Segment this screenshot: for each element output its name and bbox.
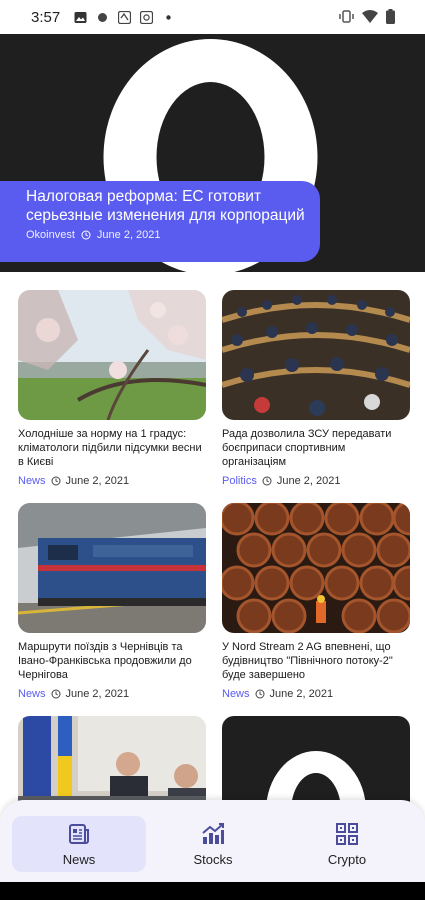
nav-item-news[interactable]: News (12, 816, 146, 872)
nav-label: Crypto (327, 852, 367, 867)
article-date: June 2, 2021 (65, 688, 130, 700)
article-title: Маршрути поїздів з Чернівців та Івано-Фр… (18, 641, 192, 681)
chart-icon (202, 823, 224, 844)
article-image (222, 290, 410, 420)
system-navigation-bar (0, 882, 425, 900)
small-dot-icon (166, 14, 171, 20)
article-card[interactable]: У Nord Stream 2 AG впевнені, що будівниц… (222, 503, 410, 700)
article-date: June 2, 2021 (65, 475, 130, 487)
hero-source: Okoinvest (26, 229, 75, 241)
article-card[interactable]: Холодніше за норму на 1 градус: кліматол… (18, 290, 206, 487)
article-category: Politics (222, 475, 257, 487)
article-meta: News June 2, 2021 (18, 688, 206, 700)
nav-label: News (62, 852, 96, 867)
app-icon (118, 10, 132, 24)
clock-icon (81, 230, 91, 240)
vibrate-icon (339, 10, 354, 23)
clock-icon (51, 689, 61, 699)
article-card[interactable]: Рада дозволила ЗСУ передавати боєприпаси… (222, 290, 410, 487)
article-title: Рада дозволила ЗСУ передавати боєприпаси… (222, 428, 392, 468)
article-image (18, 503, 206, 633)
article-image (222, 503, 410, 633)
image-icon (74, 11, 87, 23)
hero-title: Налоговая реформа: ЕС готовит серьезные … (26, 188, 305, 224)
article-title: Холодніше за норму на 1 градус: кліматол… (18, 428, 202, 468)
status-time: 3:57 (31, 8, 61, 26)
crypto-icon (336, 823, 358, 845)
clock-icon (255, 689, 265, 699)
hero-meta: Okoinvest June 2, 2021 (26, 229, 310, 241)
article-date: June 2, 2021 (276, 475, 341, 487)
clock-icon (262, 476, 272, 486)
wifi-icon (362, 9, 378, 23)
article-category: News (18, 688, 46, 700)
hero-caption: Налоговая реформа: ЕС готовит серьезные … (0, 181, 320, 262)
battery-icon (386, 9, 395, 24)
system-status-icons (339, 9, 395, 24)
dot-icon (98, 12, 108, 22)
status-bar: 3:57 (0, 0, 425, 34)
bottom-navigation: News Stocks Crypto (0, 800, 425, 882)
article-category: News (18, 475, 46, 487)
nav-label: Stocks (193, 852, 233, 867)
hero-date: June 2, 2021 (96, 229, 161, 241)
article-title: У Nord Stream 2 AG впевнені, що будівниц… (222, 641, 393, 681)
newspaper-icon (69, 824, 89, 844)
article-meta: News June 2, 2021 (222, 688, 410, 700)
notification-icons (74, 10, 175, 24)
shield-icon (140, 10, 154, 24)
article-image (18, 290, 206, 420)
article-date: June 2, 2021 (269, 688, 334, 700)
nav-item-stocks[interactable]: Stocks (146, 816, 280, 872)
hero-article[interactable]: Налоговая реформа: ЕС готовит серьезные … (0, 34, 425, 272)
article-meta: Politics June 2, 2021 (222, 475, 410, 487)
clock-icon (51, 476, 61, 486)
article-category: News (222, 688, 250, 700)
article-meta: News June 2, 2021 (18, 475, 206, 487)
article-card[interactable]: Маршрути поїздів з Чернівців та Івано-Фр… (18, 503, 206, 700)
nav-item-crypto[interactable]: Crypto (280, 816, 414, 872)
